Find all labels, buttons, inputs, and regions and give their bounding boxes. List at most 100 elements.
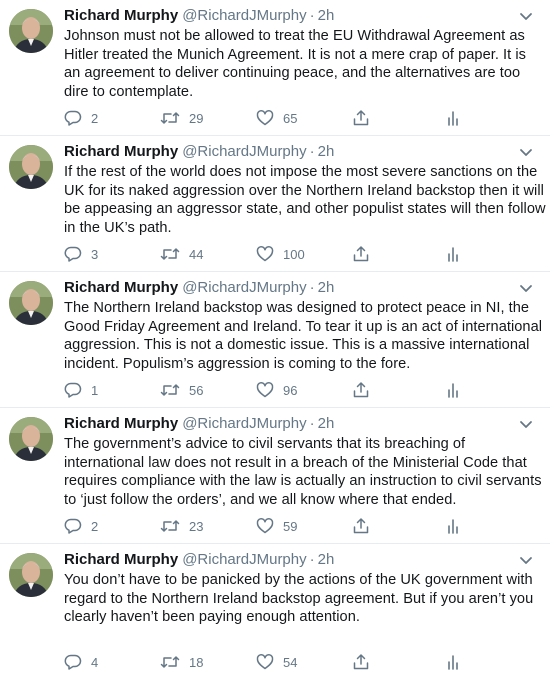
- reply-button[interactable]: 2: [64, 516, 98, 536]
- share-button[interactable]: [352, 244, 370, 264]
- tweet-text: The Northern Ireland backstop was design…: [64, 300, 543, 372]
- avatar[interactable]: [9, 9, 53, 53]
- timestamp[interactable]: 2h: [318, 7, 335, 24]
- share-button[interactable]: [352, 380, 370, 400]
- chevron-down-icon[interactable]: [518, 6, 534, 26]
- retweet-button[interactable]: 18: [160, 652, 203, 672]
- retweet-count: 23: [189, 518, 204, 534]
- like-button[interactable]: 54: [256, 652, 297, 672]
- reply-count: 2: [91, 518, 99, 534]
- reply-button[interactable]: 4: [64, 652, 98, 672]
- heart-icon: [256, 109, 274, 127]
- tweet-feed: Richard Murphy @RichardJMurphy · 2h Johnson…: [0, 0, 550, 680]
- reply-count: 3: [91, 246, 99, 262]
- author-name[interactable]: Richard Murphy: [64, 415, 178, 432]
- heart-icon: [256, 517, 274, 535]
- analytics-button[interactable]: [446, 652, 460, 672]
- separator-dot: ·: [309, 279, 315, 296]
- tweet[interactable]: Richard Murphy @RichardJMurphy · 2h If the …: [0, 136, 550, 272]
- heart-icon: [256, 381, 274, 399]
- like-button[interactable]: 65: [256, 108, 297, 128]
- retweet-arrows-icon: [160, 517, 180, 535]
- share-upload-icon: [352, 245, 370, 263]
- retweet-arrows-icon: [160, 381, 180, 399]
- bar-chart-icon: [446, 109, 460, 127]
- separator-dot: ·: [309, 415, 315, 432]
- speech-bubble-icon: [64, 381, 82, 399]
- avatar[interactable]: [9, 417, 53, 461]
- author-handle[interactable]: @RichardJMurphy: [182, 415, 306, 432]
- reply-count: 4: [91, 654, 99, 670]
- chevron-down-icon[interactable]: [518, 278, 534, 298]
- tweet-text: Johnson must not be allowed to treat the…: [64, 28, 527, 100]
- timestamp[interactable]: 2h: [318, 551, 335, 568]
- reply-button[interactable]: 1: [64, 380, 98, 400]
- author-name[interactable]: Richard Murphy: [64, 7, 178, 24]
- tweet[interactable]: Richard Murphy @RichardJMurphy · 2h The gov…: [0, 408, 550, 544]
- tweet-header: Richard Murphy @RichardJMurphy · 2h: [64, 278, 540, 298]
- reply-count: 2: [91, 110, 99, 126]
- share-button[interactable]: [352, 516, 370, 536]
- speech-bubble-icon: [64, 517, 82, 535]
- share-upload-icon: [352, 109, 370, 127]
- avatar[interactable]: [9, 281, 53, 325]
- author-name[interactable]: Richard Murphy: [64, 143, 178, 160]
- avatar[interactable]: [9, 553, 53, 597]
- timestamp[interactable]: 2h: [318, 415, 335, 432]
- tweet-header: Richard Murphy @RichardJMurphy · 2h: [64, 550, 540, 570]
- share-button[interactable]: [352, 108, 370, 128]
- author-name[interactable]: Richard Murphy: [64, 279, 178, 296]
- author-handle[interactable]: @RichardJMurphy: [182, 279, 306, 296]
- separator-dot: ·: [309, 551, 315, 568]
- tweet-text: If the rest of the world does not impose…: [64, 164, 546, 236]
- author-handle[interactable]: @RichardJMurphy: [182, 7, 306, 24]
- chevron-down-icon[interactable]: [518, 550, 534, 570]
- tweet-actions: 4 18 54: [64, 652, 484, 672]
- separator-dot: ·: [309, 143, 315, 160]
- retweet-button[interactable]: 23: [160, 516, 203, 536]
- author-name[interactable]: Richard Murphy: [64, 551, 178, 568]
- chevron-down-icon[interactable]: [518, 414, 534, 434]
- reply-count: 1: [91, 382, 99, 398]
- bar-chart-icon: [446, 381, 460, 399]
- share-button[interactable]: [352, 652, 370, 672]
- like-button[interactable]: 59: [256, 516, 297, 536]
- reply-button[interactable]: 2: [64, 108, 98, 128]
- tweet[interactable]: Richard Murphy @RichardJMurphy · 2h Johnson…: [0, 0, 550, 136]
- tweet-header: Richard Murphy @RichardJMurphy · 2h: [64, 6, 540, 26]
- like-count: 65: [283, 110, 298, 126]
- tweet-text: The government’s advice to civil servant…: [64, 436, 542, 508]
- retweet-button[interactable]: 44: [160, 244, 203, 264]
- avatar[interactable]: [9, 145, 53, 189]
- analytics-button[interactable]: [446, 516, 460, 536]
- retweet-button[interactable]: 56: [160, 380, 203, 400]
- chevron-down-icon[interactable]: [518, 142, 534, 162]
- reply-button[interactable]: 3: [64, 244, 98, 264]
- like-count: 59: [283, 518, 298, 534]
- tweet[interactable]: Richard Murphy @RichardJMurphy · 2h The Nor…: [0, 272, 550, 408]
- analytics-button[interactable]: [446, 108, 460, 128]
- timestamp[interactable]: 2h: [318, 143, 335, 160]
- analytics-button[interactable]: [446, 380, 460, 400]
- like-button[interactable]: 100: [256, 244, 305, 264]
- tweet[interactable]: Richard Murphy @RichardJMurphy · 2h You don…: [0, 544, 550, 680]
- retweet-count: 18: [189, 654, 204, 670]
- author-handle[interactable]: @RichardJMurphy: [182, 143, 306, 160]
- tweet-header: Richard Murphy @RichardJMurphy · 2h: [64, 142, 540, 162]
- timestamp[interactable]: 2h: [318, 279, 335, 296]
- share-upload-icon: [352, 653, 370, 671]
- separator-dot: ·: [309, 7, 315, 24]
- like-button[interactable]: 96: [256, 380, 297, 400]
- tweet-actions: 1 56 96: [64, 380, 484, 400]
- tweet-header: Richard Murphy @RichardJMurphy · 2h: [64, 414, 540, 434]
- retweet-button[interactable]: 29: [160, 108, 203, 128]
- tweet-actions: 2 23 59: [64, 516, 484, 536]
- bar-chart-icon: [446, 245, 460, 263]
- speech-bubble-icon: [64, 245, 82, 263]
- heart-icon: [256, 653, 274, 671]
- analytics-button[interactable]: [446, 244, 460, 264]
- author-handle[interactable]: @RichardJMurphy: [182, 551, 306, 568]
- bar-chart-icon: [446, 653, 460, 671]
- speech-bubble-icon: [64, 109, 82, 127]
- retweet-arrows-icon: [160, 245, 180, 263]
